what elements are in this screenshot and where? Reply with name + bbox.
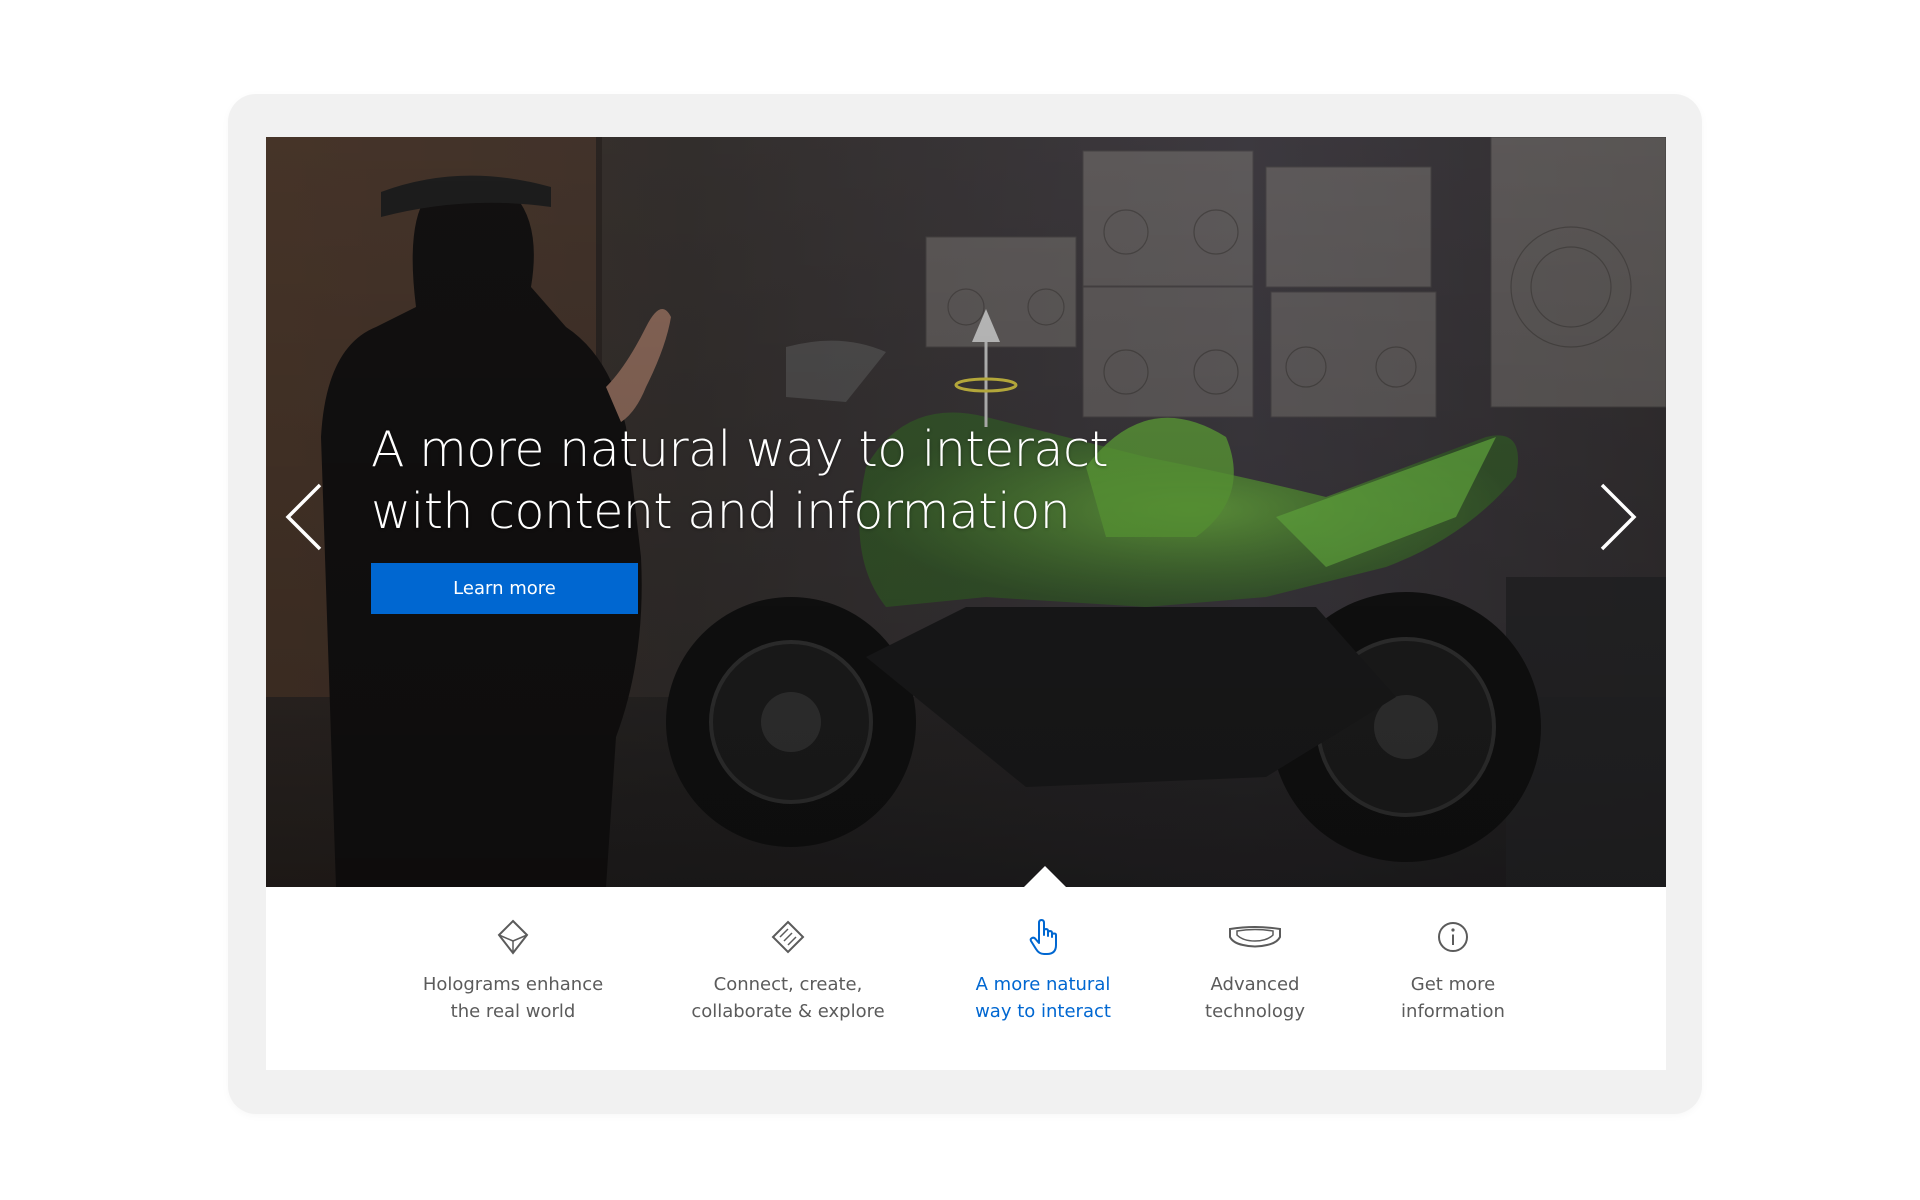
connect-diamond-icon <box>771 920 805 954</box>
active-slide-indicator <box>1024 866 1066 887</box>
info-circle-icon <box>1438 922 1468 952</box>
learn-more-button[interactable]: Learn more <box>371 563 638 614</box>
nav-item-get-more-information[interactable]: Get more information <box>1338 917 1568 1025</box>
slide-nav: Holograms enhance the real world Connect… <box>266 887 1666 1070</box>
hero-title-line1: A more natural way to interact <box>371 421 1109 478</box>
carousel-next-button[interactable] <box>1584 475 1644 559</box>
nav-item-label: A more natural way to interact <box>975 974 1111 1022</box>
nav-item-natural-interaction[interactable]: A more natural way to interact <box>928 917 1158 1025</box>
nav-item-holograms[interactable]: Holograms enhance the real world <box>398 917 628 1025</box>
chevron-right-icon <box>1600 483 1637 551</box>
nav-item-advanced-technology[interactable]: Advanced technology <box>1140 917 1370 1025</box>
nav-item-connect[interactable]: Connect, create, collaborate & explore <box>673 917 903 1025</box>
nav-item-label: Holograms enhance the real world <box>422 974 604 1022</box>
hologram-diamond-icon <box>497 919 529 955</box>
carousel-prev-button[interactable] <box>278 475 338 559</box>
nav-item-label: Advanced technology <box>1205 974 1305 1022</box>
headset-visor-icon <box>1229 926 1281 948</box>
nav-item-label: Connect, create, collaborate & explore <box>691 974 885 1022</box>
hand-pointer-icon <box>1029 919 1057 955</box>
chevron-left-icon <box>285 483 322 551</box>
screen: A more natural way to interact with cont… <box>266 137 1666 1070</box>
hero-title-line2: with content and information <box>371 483 1071 540</box>
hero-carousel: A more natural way to interact with cont… <box>266 137 1666 887</box>
hero-title: A more natural way to interact with cont… <box>371 419 1131 543</box>
nav-item-label: Get more information <box>1401 974 1505 1022</box>
